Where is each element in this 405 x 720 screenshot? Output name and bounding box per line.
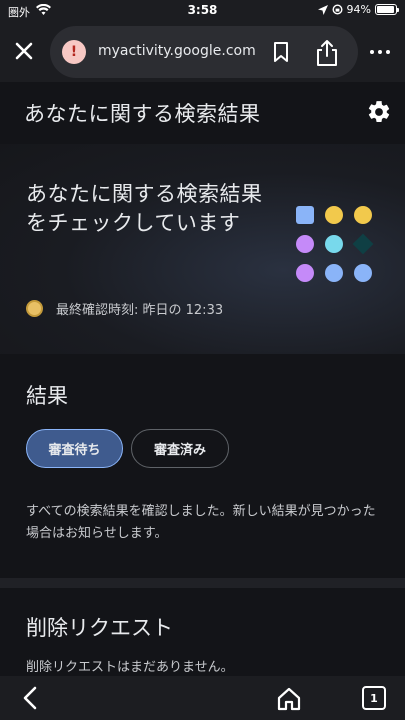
last-checked-row: 最終確認時刻: 昨日の 12:33 (26, 299, 223, 318)
illustration-dot (354, 206, 372, 224)
removal-requests-section: 削除リクエスト 削除リクエストはまだありません。 (0, 588, 405, 676)
address-bar[interactable]: ! myactivity.google.com (50, 26, 358, 78)
back-icon[interactable] (18, 684, 44, 712)
results-heading: 結果 (26, 384, 68, 408)
illustration-dot (352, 233, 374, 255)
illustration-dots (296, 206, 378, 288)
removal-requests-heading: 削除リクエスト (26, 616, 173, 640)
tabs-button[interactable]: 1 (362, 686, 386, 710)
browser-toolbar: ! myactivity.google.com (0, 22, 405, 82)
bookmark-icon[interactable] (270, 41, 292, 63)
close-icon (15, 42, 33, 60)
status-card-title: あなたに関する検索結果をチェックしています (26, 182, 263, 235)
tab-pending[interactable]: 審査待ち (26, 429, 123, 468)
more-icon-dot (378, 50, 382, 54)
gear-icon[interactable] (366, 99, 392, 125)
illustration-dot (325, 264, 343, 282)
battery-icon (375, 4, 399, 15)
location-icon (317, 4, 328, 15)
illustration-dot (325, 206, 343, 224)
status-card: あなたに関する検索結果をチェックしています 最終確認時刻: 昨日の 12:33 (0, 144, 405, 354)
more-icon (370, 50, 374, 54)
browser-bottom-bar: 1 (0, 676, 405, 720)
close-button[interactable] (10, 37, 38, 65)
status-right: 94% (317, 3, 399, 16)
status-bar: 圏外 3:58 94% (0, 0, 405, 22)
url-text[interactable]: myactivity.google.com (98, 43, 256, 59)
last-checked-text: 最終確認時刻: 昨日の 12:33 (56, 303, 224, 318)
illustration-dot (325, 235, 343, 253)
results-section: 結果 審査待ち 審査済み すべての検索結果を確認しました。新しい結果が見つかった… (0, 354, 405, 578)
share-icon[interactable] (314, 39, 340, 67)
section-divider (0, 578, 405, 588)
page-header: あなたに関する検索結果 (0, 82, 405, 144)
illustration-dot (296, 206, 314, 224)
info-icon[interactable]: ! (62, 40, 86, 64)
removal-requests-message: 削除リクエストはまだありません。 (26, 660, 234, 675)
more-icon-dot (386, 50, 390, 54)
home-icon[interactable] (276, 686, 302, 712)
rotation-lock-icon (332, 4, 343, 15)
illustration-dot (296, 264, 314, 282)
more-menu-button[interactable] (366, 40, 394, 64)
results-message: すべての検索結果を確認しました。新しい結果が見つかった場合はお知らせします。 (26, 504, 376, 541)
battery-percent: 94% (346, 3, 371, 16)
page-title: あなたに関する検索結果 (24, 102, 261, 126)
illustration-dot (354, 264, 372, 282)
illustration-dot (296, 235, 314, 253)
status-dot-icon (26, 300, 43, 317)
tab-reviewed[interactable]: 審査済み (131, 429, 229, 468)
